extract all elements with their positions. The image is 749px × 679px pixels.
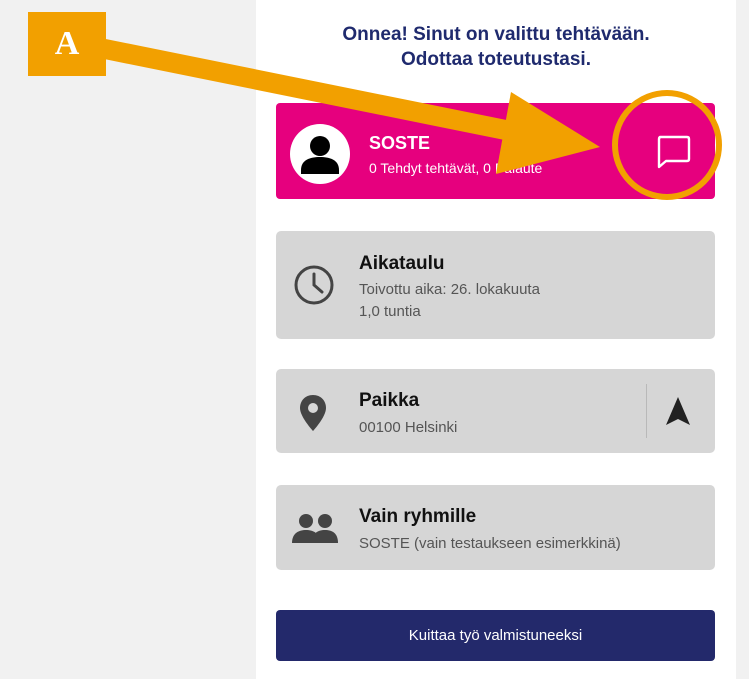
chat-button[interactable] bbox=[644, 125, 702, 179]
heading-line-1: Onnea! Sinut on valittu tehtävään. bbox=[342, 24, 650, 45]
schedule-preferred-time: Toivottu aika: 26. lokakuuta bbox=[359, 281, 540, 298]
location-pin-icon bbox=[300, 395, 326, 431]
schedule-title: Aikataulu bbox=[359, 253, 445, 274]
chat-icon bbox=[657, 135, 691, 169]
clock-icon bbox=[294, 265, 334, 305]
success-heading: Onnea! Sinut on valittu tehtävään. Odott… bbox=[256, 22, 736, 72]
navigation-arrow-icon[interactable] bbox=[664, 395, 692, 427]
divider bbox=[646, 384, 647, 438]
group-icon bbox=[292, 514, 338, 543]
groups-card: Vain ryhmille SOSTE (vain testaukseen es… bbox=[276, 485, 715, 570]
annotation-label: A bbox=[28, 12, 106, 76]
place-address: 00100 Helsinki bbox=[359, 419, 458, 436]
heading-line-2: Odottaa toteutustasi. bbox=[400, 49, 591, 70]
groups-detail: SOSTE (vain testaukseen esimerkkinä) bbox=[359, 535, 621, 552]
requester-card: SOSTE 0 Tehdyt tehtävät, 0 Palaute bbox=[276, 103, 715, 199]
schedule-card: Aikataulu Toivottu aika: 26. lokakuuta 1… bbox=[276, 231, 715, 339]
place-title: Paikka bbox=[359, 390, 420, 411]
place-card: Paikka 00100 Helsinki bbox=[276, 369, 715, 453]
requester-name: SOSTE bbox=[369, 133, 431, 153]
groups-title: Vain ryhmille bbox=[359, 506, 477, 527]
task-detail-panel: Onnea! Sinut on valittu tehtävään. Odott… bbox=[256, 0, 736, 679]
requester-stats: 0 Tehdyt tehtävät, 0 Palaute bbox=[369, 160, 543, 176]
person-icon bbox=[290, 124, 350, 184]
schedule-duration: 1,0 tuntia bbox=[359, 303, 421, 320]
mark-complete-button[interactable]: Kuittaa työ valmistuneeksi bbox=[276, 610, 715, 661]
